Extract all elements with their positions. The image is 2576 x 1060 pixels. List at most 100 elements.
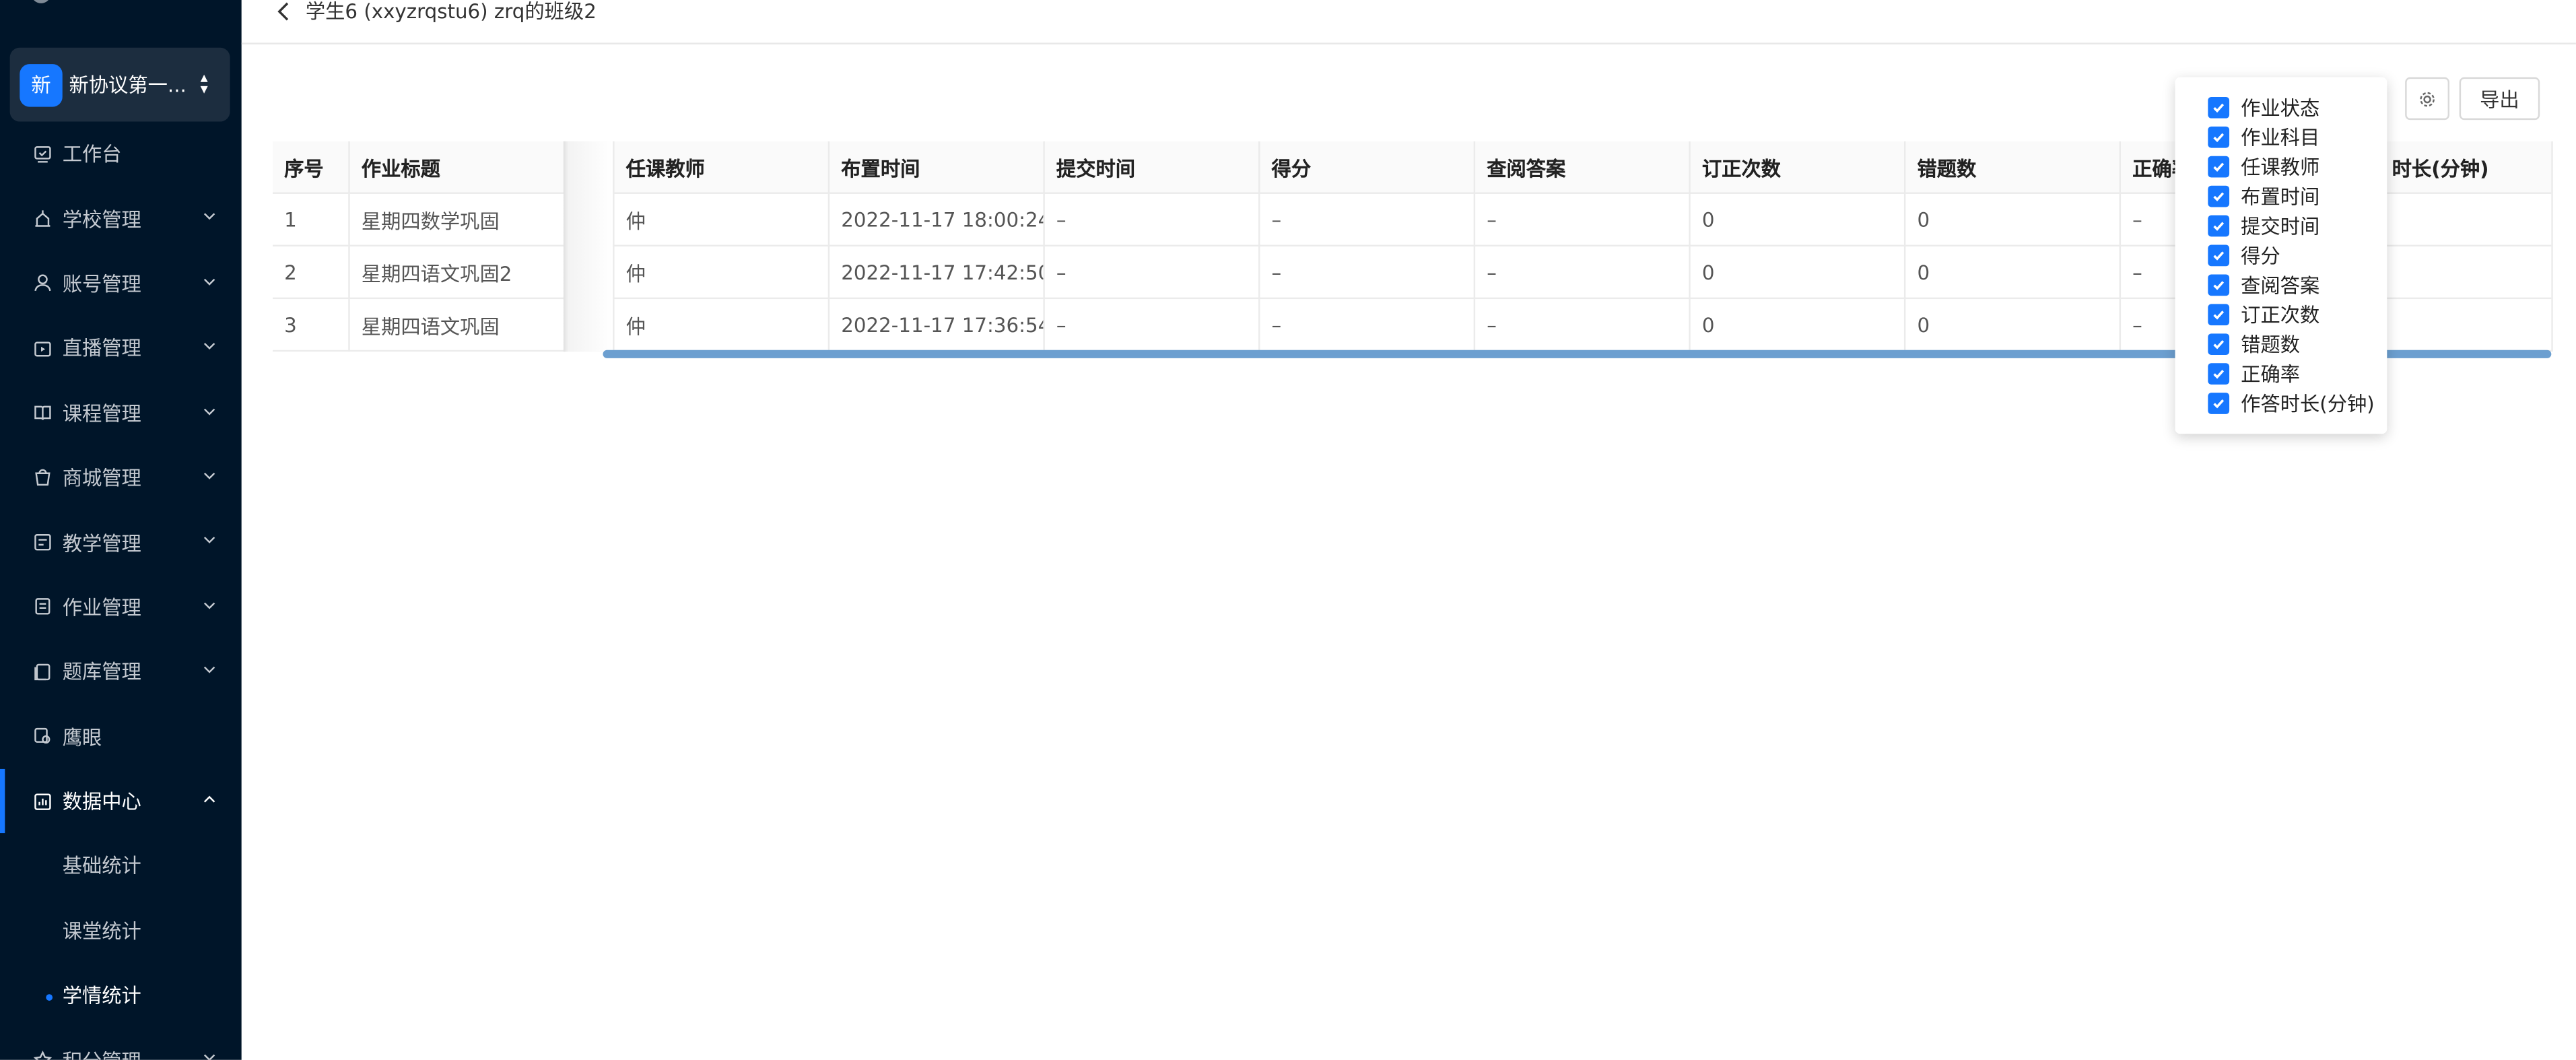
- cell-index: 2: [273, 246, 350, 300]
- chevron-down-icon: [203, 599, 215, 611]
- cell-assigned: 2022-11-17 18:00:24: [829, 193, 1045, 246]
- org-name: 新协议第一...: [69, 73, 187, 97]
- column-toggle-1[interactable]: 作业科目: [2196, 122, 2319, 152]
- column-settings-popover: 作业状态 作业科目 任课教师布置时间 提交时间得分 查阅答案 订正次数 错题数正确率 作答时长…: [2175, 77, 2387, 434]
- checkbox-checked-icon[interactable]: [2208, 185, 2230, 207]
- cell-teacher: 仲: [615, 246, 830, 300]
- column-toggle-9[interactable]: 正确率: [2196, 358, 2300, 388]
- chevron-down-icon: [203, 470, 215, 482]
- checkbox-checked-icon[interactable]: [2208, 214, 2230, 236]
- checkbox-checked-icon[interactable]: [2208, 155, 2230, 177]
- school-icon: [33, 209, 53, 228]
- sidebar-item-label: 教学管理: [62, 531, 141, 555]
- checkbox-checked-icon[interactable]: [2208, 333, 2230, 354]
- sidebar-item-label: 课程管理: [62, 402, 141, 426]
- chevron-down-icon: [203, 211, 215, 222]
- col-header-submitted: 提交时间: [1045, 141, 1260, 194]
- col-header-corrections: 订正次数: [1691, 141, 1906, 194]
- back-arrow-icon[interactable]: [276, 1, 292, 21]
- points-icon: [33, 1051, 53, 1060]
- sidebar-item-6[interactable]: 教学管理: [0, 510, 242, 574]
- sidebar-item-label: 直播管理: [62, 337, 141, 361]
- export-button[interactable]: 导出: [2459, 77, 2540, 121]
- chevron-down-icon: [203, 275, 215, 287]
- checkbox-checked-icon[interactable]: [2208, 303, 2230, 325]
- column-toggle-2[interactable]: 任课教师: [2196, 151, 2319, 180]
- sidebar-item-8[interactable]: 题库管理: [0, 639, 242, 704]
- sidebar-item-label: 商城管理: [62, 467, 141, 490]
- column-toggle-0[interactable]: 作业状态: [2196, 92, 2319, 122]
- sidebar-item-label: 作业管理: [62, 596, 141, 620]
- cell-answers: –: [1475, 299, 1691, 352]
- chevron-down-icon: [203, 1053, 215, 1060]
- sidebar-item-5[interactable]: 商城管理: [0, 445, 242, 510]
- cell-corrections: 0: [1691, 299, 1906, 352]
- cell-score: –: [1260, 246, 1476, 300]
- sidebar-item-1[interactable]: 学校管理: [0, 187, 242, 251]
- sidebar-item-label: 账号管理: [62, 272, 141, 296]
- page-title: 学生6 (xxyzrqstu6) zrq的班级2: [305, 0, 597, 24]
- app-root: 新 新协议第一... ▴ ▾ 工作台学校管理账号管理直播管理课程管理商城管理教学管…: [0, 0, 2576, 1060]
- sidebar-item-points[interactable]: 积分管理: [0, 1028, 242, 1060]
- column-toggle-label: 布置时间: [2241, 185, 2320, 208]
- logo-icon: [31, 0, 51, 3]
- shop-icon: [33, 468, 53, 488]
- cell-assigned: 2022-11-17 17:42:50: [829, 246, 1045, 300]
- cell-wrong: 0: [1905, 246, 2122, 300]
- cell-empty: [565, 193, 615, 246]
- col-header-index: 序号: [273, 141, 350, 194]
- column-toggle-7[interactable]: 订正次数: [2196, 299, 2319, 329]
- cell-teacher: 仲: [615, 193, 830, 246]
- cell-score: –: [1260, 193, 1476, 246]
- column-toggle-6[interactable]: 查阅答案: [2196, 269, 2319, 299]
- sort-arrows-icon: ▴ ▾: [200, 69, 208, 98]
- column-toggle-label: 正确率: [2241, 362, 2301, 386]
- column-toggle-10[interactable]: 作答时长(分钟): [2196, 388, 2375, 418]
- checkbox-checked-icon[interactable]: [2208, 244, 2230, 266]
- column-toggle-4[interactable]: 提交时间: [2196, 210, 2319, 240]
- org-badge: 新: [20, 63, 63, 106]
- sidebar-item-0[interactable]: 工作台: [0, 122, 242, 187]
- col-header-score: 得分: [1260, 141, 1476, 194]
- checkbox-checked-icon[interactable]: [2208, 273, 2230, 295]
- col-header-title: 作业标题: [350, 141, 566, 194]
- sidebar: 新 新协议第一... ▴ ▾ 工作台学校管理账号管理直播管理课程管理商城管理教学管…: [0, 0, 242, 1060]
- sidebar-item-label: 工作台: [62, 143, 122, 166]
- cell-wrong: 0: [1905, 299, 2122, 352]
- sidebar-item-7[interactable]: 作业管理: [0, 574, 242, 639]
- chevron-up-icon: [203, 793, 215, 805]
- sidebar-subitem-1[interactable]: 课堂统计: [0, 898, 242, 963]
- checkbox-checked-icon[interactable]: [2208, 391, 2230, 413]
- col-header-wrong: 错题数: [1905, 141, 2122, 194]
- sidebar-item-3[interactable]: 直播管理: [0, 316, 242, 380]
- sidebar-subitem-2[interactable]: 学情统计: [0, 963, 242, 1028]
- col-header-spacer: [565, 141, 615, 194]
- checkbox-checked-icon[interactable]: [2208, 96, 2230, 118]
- column-toggle-8[interactable]: 错题数: [2196, 329, 2300, 358]
- sidebar-menu: 工作台学校管理账号管理直播管理课程管理商城管理教学管理作业管理题库管理鹰眼数据中…: [0, 122, 242, 1060]
- sidebar-item-label: 数据中心: [62, 790, 141, 814]
- checkbox-checked-icon[interactable]: [2208, 362, 2230, 384]
- page-header: 学生6 (xxyzrqstu6) zrq的班级2: [241, 0, 2576, 44]
- sidebar-item-10[interactable]: 数据中心: [0, 768, 242, 834]
- column-toggle-3[interactable]: 布置时间: [2196, 180, 2319, 210]
- cell-corrections: 0: [1691, 193, 1906, 246]
- org-switcher[interactable]: 新 新协议第一... ▴ ▾: [9, 47, 230, 122]
- column-toggle-5[interactable]: 得分: [2196, 240, 2280, 269]
- checkbox-checked-icon[interactable]: [2208, 125, 2230, 147]
- column-settings-button[interactable]: [2405, 77, 2450, 121]
- sidebar-item-9[interactable]: 鹰眼: [0, 704, 242, 769]
- cell-title: 星期四语文巩固: [350, 299, 566, 352]
- sidebar-item-label: 鹰眼: [62, 725, 102, 749]
- cell-title: 星期四语文巩固2: [350, 246, 566, 300]
- chevron-down-icon: [203, 340, 215, 352]
- sidebar-item-label: 积分管理: [63, 1046, 141, 1059]
- column-toggle-label: 得分: [2241, 244, 2280, 267]
- sidebar-item-label: 题库管理: [62, 661, 141, 684]
- sidebar-item-4[interactable]: 课程管理: [0, 380, 242, 445]
- user-icon: [33, 273, 53, 293]
- sidebar-item-2[interactable]: 账号管理: [0, 251, 242, 316]
- data-center-icon: [33, 791, 53, 811]
- col-header-answers: 查阅答案: [1475, 141, 1691, 194]
- sidebar-subitem-0[interactable]: 基础统计: [0, 834, 242, 898]
